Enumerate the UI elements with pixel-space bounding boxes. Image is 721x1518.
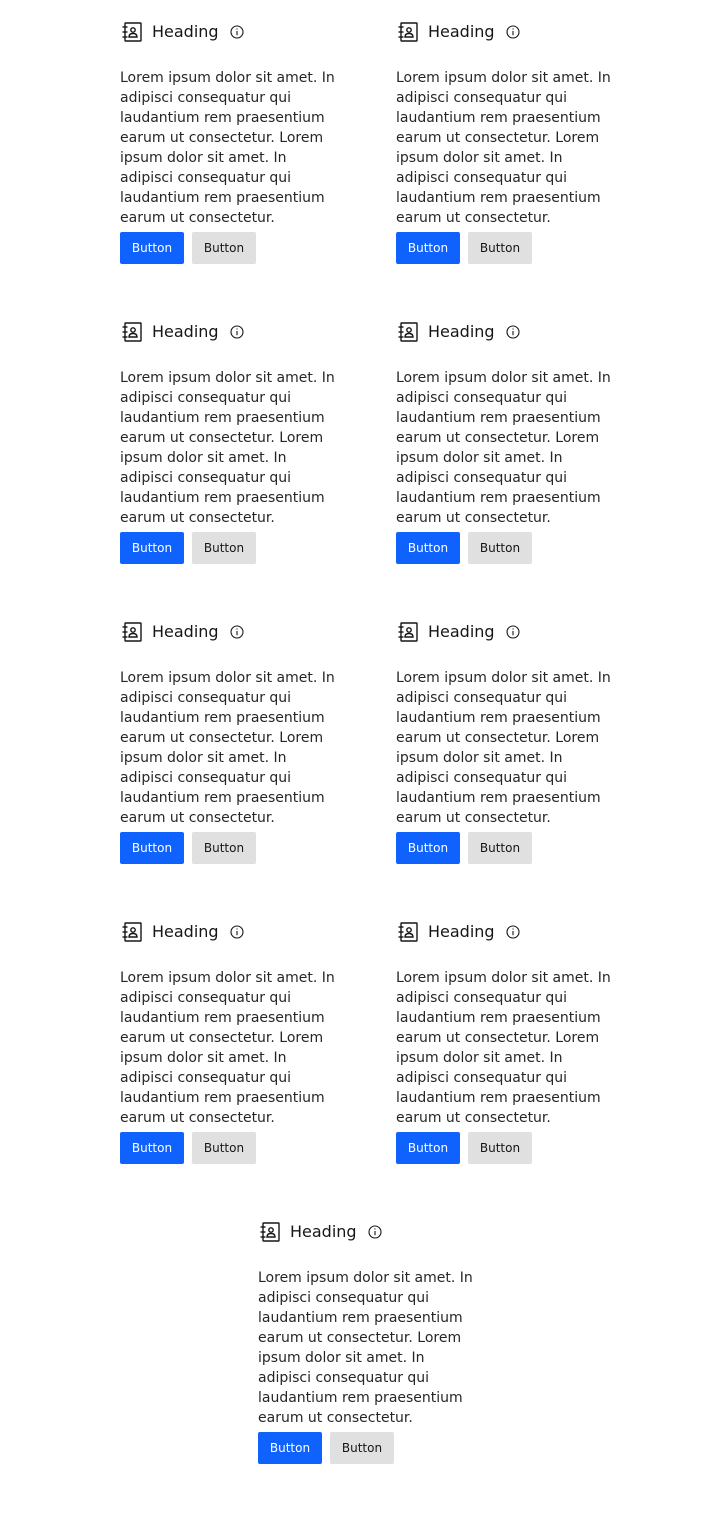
- contact-card-icon: [396, 20, 420, 44]
- primary-button[interactable]: Button: [120, 1132, 184, 1164]
- primary-button[interactable]: Button: [396, 832, 460, 864]
- card-header: Heading: [258, 1218, 383, 1246]
- primary-button[interactable]: Button: [396, 532, 460, 564]
- card-actions: Button Button: [396, 832, 532, 864]
- secondary-button[interactable]: Button: [330, 1432, 394, 1464]
- card-body-text: Lorem ipsum dolor sit amet. In adipisci …: [396, 370, 611, 526]
- primary-button[interactable]: Button: [120, 832, 184, 864]
- card-heading: Heading: [152, 22, 219, 41]
- card: Heading Lorem ipsum dolor sit amet. In a…: [396, 618, 616, 918]
- card-heading: Heading: [428, 922, 495, 941]
- info-icon[interactable]: [229, 624, 245, 640]
- secondary-button[interactable]: Button: [192, 232, 256, 264]
- card-body-text: Lorem ipsum dolor sit amet. In adipisci …: [396, 670, 611, 826]
- card-actions: Button Button: [120, 232, 256, 264]
- contact-card-icon: [396, 920, 420, 944]
- secondary-button[interactable]: Button: [468, 532, 532, 564]
- primary-button[interactable]: Button: [396, 232, 460, 264]
- card-heading: Heading: [428, 322, 495, 341]
- card-header: Heading: [396, 618, 521, 646]
- card-body-text: Lorem ipsum dolor sit amet. In adipisci …: [120, 70, 335, 226]
- secondary-button[interactable]: Button: [468, 832, 532, 864]
- card-body-text: Lorem ipsum dolor sit amet. In adipisci …: [120, 370, 335, 526]
- contact-card-icon: [120, 620, 144, 644]
- contact-card-icon: [258, 1220, 282, 1244]
- card-header: Heading: [396, 318, 521, 346]
- secondary-button[interactable]: Button: [468, 232, 532, 264]
- card-actions: Button Button: [258, 1432, 394, 1464]
- contact-card-icon: [396, 320, 420, 344]
- info-icon[interactable]: [505, 924, 521, 940]
- secondary-button[interactable]: Button: [468, 1132, 532, 1164]
- card-actions: Button Button: [120, 532, 256, 564]
- secondary-button[interactable]: Button: [192, 832, 256, 864]
- card: Heading Lorem ipsum dolor sit amet. In a…: [396, 18, 616, 318]
- card-header: Heading: [120, 618, 245, 646]
- contact-card-icon: [120, 320, 144, 344]
- card-header: Heading: [396, 18, 521, 46]
- card: Heading Lorem ipsum dolor sit amet. In a…: [120, 318, 340, 618]
- card-header: Heading: [120, 18, 245, 46]
- card-heading: Heading: [428, 22, 495, 41]
- info-icon[interactable]: [229, 924, 245, 940]
- secondary-button[interactable]: Button: [192, 1132, 256, 1164]
- primary-button[interactable]: Button: [120, 532, 184, 564]
- contact-card-icon: [396, 620, 420, 644]
- card: Heading Lorem ipsum dolor sit amet. In a…: [258, 1218, 478, 1518]
- info-icon[interactable]: [229, 324, 245, 340]
- card-body-text: Lorem ipsum dolor sit amet. In adipisci …: [258, 1270, 473, 1426]
- card-header: Heading: [396, 918, 521, 946]
- card-body-text: Lorem ipsum dolor sit amet. In adipisci …: [120, 970, 335, 1126]
- card-body-text: Lorem ipsum dolor sit amet. In adipisci …: [396, 970, 611, 1126]
- card-actions: Button Button: [396, 232, 532, 264]
- card: Heading Lorem ipsum dolor sit amet. In a…: [120, 918, 340, 1218]
- primary-button[interactable]: Button: [258, 1432, 322, 1464]
- info-icon[interactable]: [367, 1224, 383, 1240]
- contact-card-icon: [120, 20, 144, 44]
- card-actions: Button Button: [120, 832, 256, 864]
- card-heading: Heading: [428, 622, 495, 641]
- info-icon[interactable]: [505, 24, 521, 40]
- primary-button[interactable]: Button: [120, 232, 184, 264]
- card: Heading Lorem ipsum dolor sit amet. In a…: [120, 18, 340, 318]
- primary-button[interactable]: Button: [396, 1132, 460, 1164]
- info-icon[interactable]: [505, 624, 521, 640]
- card: Heading Lorem ipsum dolor sit amet. In a…: [120, 618, 340, 918]
- card-actions: Button Button: [396, 532, 532, 564]
- card-actions: Button Button: [120, 1132, 256, 1164]
- card-grid: Heading Lorem ipsum dolor sit amet. In a…: [120, 18, 616, 1218]
- info-icon[interactable]: [505, 324, 521, 340]
- card-body-text: Lorem ipsum dolor sit amet. In adipisci …: [396, 70, 611, 226]
- card-heading: Heading: [152, 322, 219, 341]
- card-heading: Heading: [290, 1222, 357, 1241]
- card-actions: Button Button: [396, 1132, 532, 1164]
- contact-card-icon: [120, 920, 144, 944]
- card-header: Heading: [120, 918, 245, 946]
- card: Heading Lorem ipsum dolor sit amet. In a…: [396, 318, 616, 618]
- card-body-text: Lorem ipsum dolor sit amet. In adipisci …: [120, 670, 335, 826]
- card-heading: Heading: [152, 922, 219, 941]
- card-heading: Heading: [152, 622, 219, 641]
- card-header: Heading: [120, 318, 245, 346]
- secondary-button[interactable]: Button: [192, 532, 256, 564]
- card: Heading Lorem ipsum dolor sit amet. In a…: [396, 918, 616, 1218]
- info-icon[interactable]: [229, 24, 245, 40]
